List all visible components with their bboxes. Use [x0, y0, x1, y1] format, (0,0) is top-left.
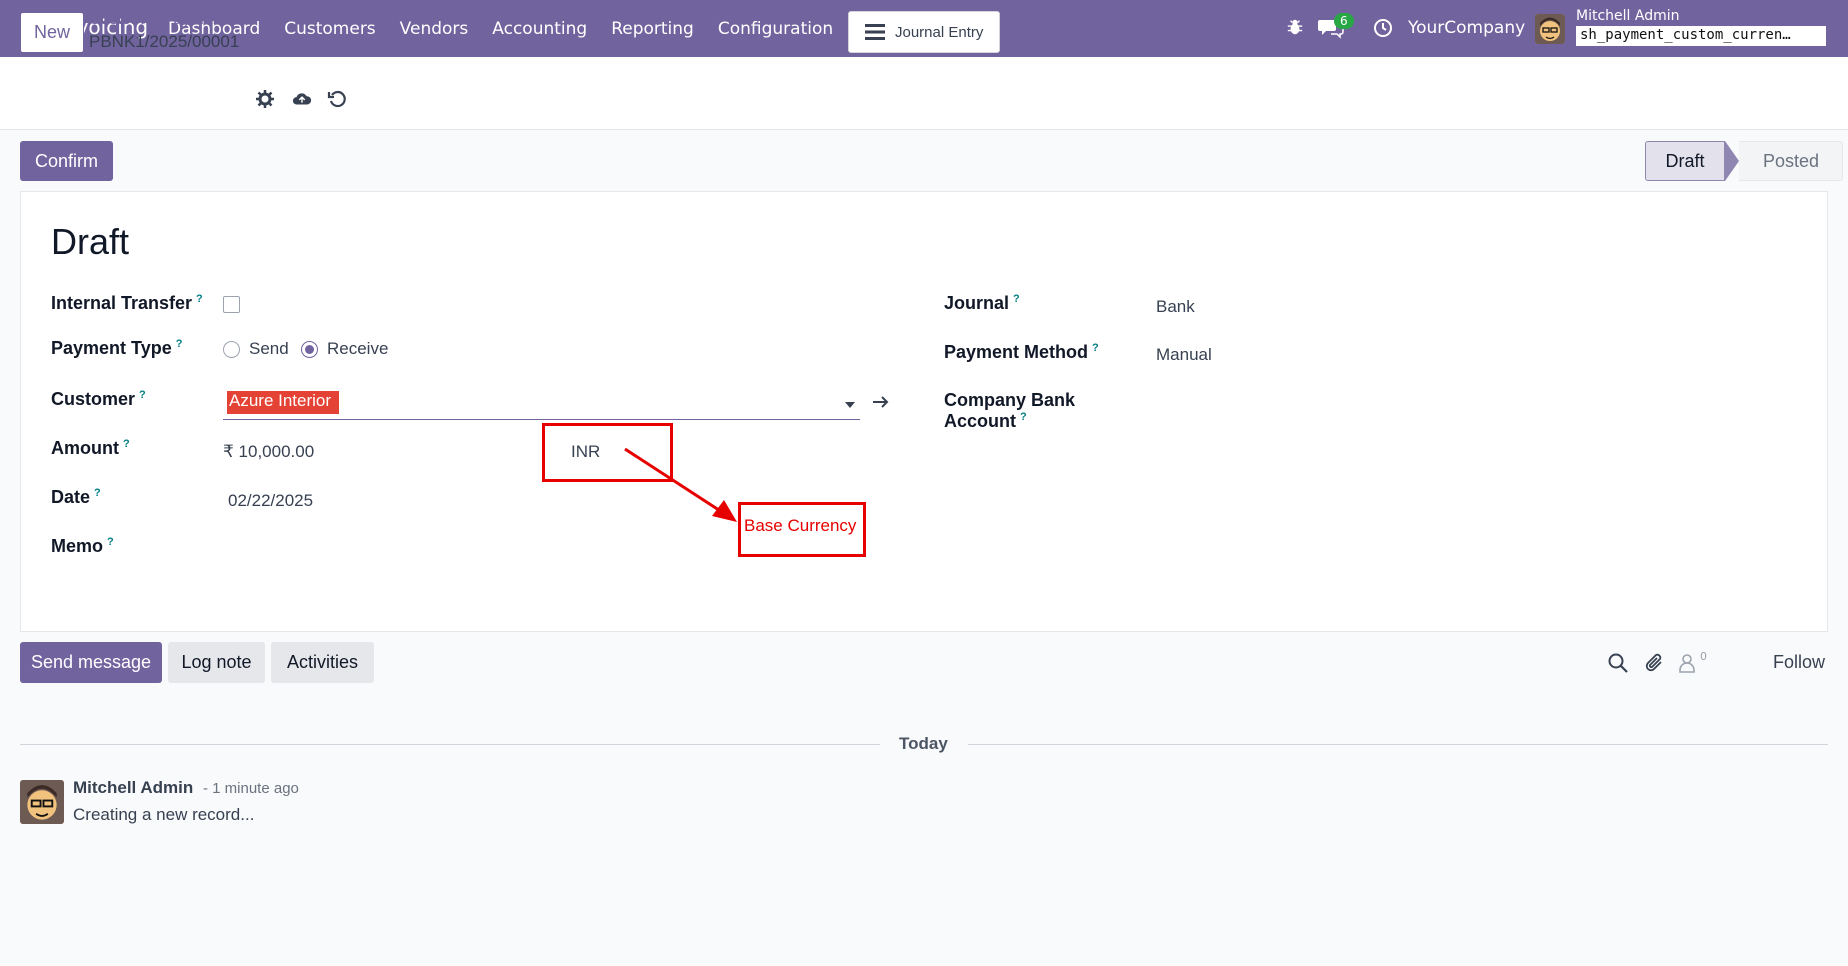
help-tooltip-icon[interactable]: ? — [1092, 342, 1099, 354]
payment-type-label: Payment Type? — [51, 338, 183, 358]
journal-entry-label: Journal Entry — [895, 23, 984, 41]
stage-posted[interactable]: Posted — [1739, 141, 1843, 181]
internal-transfer-label: Internal Transfer? — [51, 293, 203, 313]
menu-item-reporting[interactable]: Reporting — [611, 19, 694, 39]
message-time: - 1 minute ago — [203, 780, 299, 797]
gear-icon[interactable] — [255, 89, 275, 109]
help-tooltip-icon[interactable]: ? — [1020, 411, 1027, 423]
message-author[interactable]: Mitchell Admin — [73, 778, 193, 798]
help-tooltip-icon[interactable]: ? — [107, 536, 114, 548]
record-title: Draft — [51, 221, 130, 262]
arrow-right-icon[interactable] — [871, 393, 891, 411]
save-cloud-icon[interactable] — [292, 89, 312, 109]
customer-label: Customer? — [51, 389, 146, 409]
message-author-avatar[interactable] — [20, 780, 64, 824]
send-message-button[interactable]: Send message — [20, 642, 162, 683]
log-note-button[interactable]: Log note — [168, 642, 265, 683]
menu-item-configuration[interactable]: Configuration — [718, 19, 833, 39]
help-tooltip-icon[interactable]: ? — [123, 438, 130, 450]
payment-type-send-label[interactable]: Send — [249, 339, 289, 359]
activity-clock-icon[interactable] — [1373, 18, 1393, 38]
payment-type-receive-label[interactable]: Receive — [327, 339, 388, 359]
payment-method-value[interactable]: Manual — [1156, 345, 1212, 365]
menu-item-customers[interactable]: Customers — [284, 19, 375, 39]
follow-button[interactable]: Follow — [1773, 652, 1825, 673]
amount-label: Amount? — [51, 438, 130, 458]
base-currency-annotation: Base Currency — [744, 516, 857, 535]
user-name[interactable]: Mitchell Admin — [1576, 8, 1680, 24]
memo-label: Memo? — [51, 536, 114, 556]
help-tooltip-icon[interactable]: ? — [1013, 293, 1020, 305]
customer-value[interactable]: Azure Interior — [227, 391, 339, 414]
help-tooltip-icon[interactable]: ? — [176, 338, 183, 350]
payment-type-send-radio[interactable] — [223, 341, 240, 358]
debug-icon[interactable] — [1286, 18, 1304, 36]
journal-label: Journal? — [944, 293, 1020, 313]
menu-item-accounting[interactable]: Accounting — [492, 19, 587, 39]
control-panel — [0, 57, 1848, 130]
date-divider-left — [20, 744, 880, 745]
payment-method-label: Payment Method? — [944, 342, 1099, 362]
payment-type-receive-radio[interactable] — [301, 341, 318, 358]
date-label: Date? — [51, 487, 101, 507]
stage-draft[interactable]: Draft — [1645, 141, 1725, 181]
journal-value[interactable]: Bank — [1156, 297, 1195, 317]
annotation-arrow — [624, 447, 737, 522]
list-icon — [865, 24, 885, 40]
help-tooltip-icon[interactable]: ? — [139, 389, 146, 401]
followers-icon[interactable] — [1678, 652, 1700, 674]
record-name: PBNK1/2025/00001 — [89, 32, 240, 51]
activities-button[interactable]: Activities — [271, 642, 374, 683]
journal-entry-smart-button[interactable]: Journal Entry — [848, 11, 1000, 53]
date-value[interactable]: 02/22/2025 — [228, 491, 313, 511]
status-bar: Draft Posted — [1645, 141, 1843, 181]
messages-count-badge: 6 — [1334, 13, 1354, 29]
help-tooltip-icon[interactable]: ? — [196, 293, 203, 305]
followers-count: 0 — [1700, 650, 1707, 663]
amount-value[interactable]: ₹ 10,000.00 — [223, 442, 314, 462]
company-switcher[interactable]: YourCompany — [1408, 18, 1525, 38]
new-button[interactable]: New — [20, 12, 84, 53]
date-divider-right — [968, 744, 1828, 745]
user-avatar[interactable] — [1535, 14, 1565, 44]
main-menu: Dashboard Customers Vendors Accounting R… — [168, 19, 857, 39]
paperclip-icon[interactable] — [1644, 652, 1666, 674]
discard-icon[interactable] — [327, 89, 347, 109]
chevron-down-icon[interactable] — [845, 402, 855, 408]
message-body: Creating a new record... — [73, 805, 255, 824]
company-bank-account-label: Company Bank Account? — [944, 390, 1076, 431]
internal-transfer-checkbox[interactable] — [223, 296, 240, 313]
confirm-button[interactable]: Confirm — [20, 141, 113, 181]
help-tooltip-icon[interactable]: ? — [94, 487, 101, 499]
search-icon[interactable] — [1607, 652, 1629, 674]
menu-item-vendors[interactable]: Vendors — [400, 19, 469, 39]
date-separator: Today — [899, 734, 948, 753]
breadcrumb-customer-payments[interactable]: Customer Payments — [89, 11, 234, 29]
database-name: sh_payment_custom_curren… — [1576, 26, 1826, 46]
stage-separator — [1725, 141, 1739, 181]
